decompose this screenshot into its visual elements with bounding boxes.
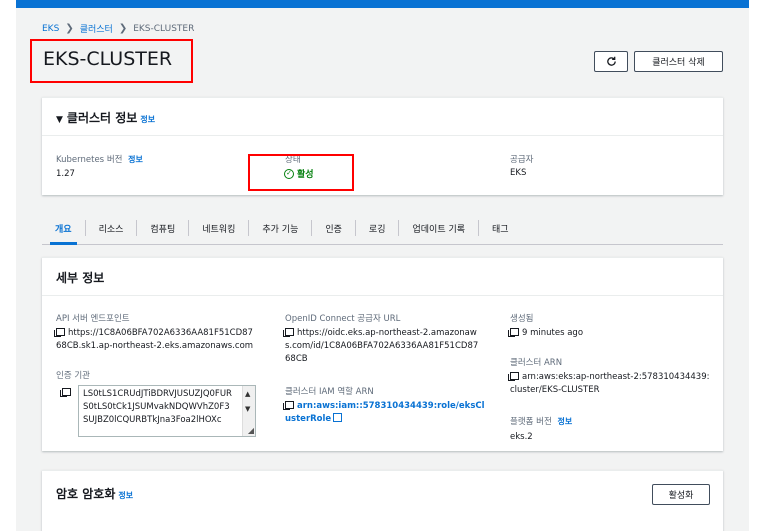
cluster-arn-value: arn:aws:eks:ap-northeast-2:578310434439:…	[510, 372, 710, 395]
provider-label: 공급자	[510, 155, 534, 165]
copy-icon[interactable]	[54, 328, 65, 337]
tab-overview[interactable]: 개요	[42, 212, 85, 245]
top-navigation-bar	[16, 0, 749, 8]
breadcrumb-eks[interactable]: EKS	[42, 24, 59, 34]
iam-role-link[interactable]: arn:aws:iam::578310434439:role/eksCluste…	[285, 401, 485, 424]
copy-icon[interactable]	[508, 372, 519, 381]
page-title: EKS-CLUSTER	[43, 48, 173, 70]
copy-icon[interactable]	[60, 388, 71, 397]
refresh-icon	[606, 56, 616, 66]
resize-handle-icon[interactable]: ◢	[248, 426, 254, 435]
details-header: 세부 정보	[42, 258, 723, 296]
cluster-arn-label: 클러스터 ARN	[510, 358, 563, 368]
scroll-down-icon[interactable]: ▼	[245, 405, 250, 413]
cluster-info-header[interactable]: ▼ 클러스터 정보 정보	[42, 98, 723, 136]
api-endpoint-value: https://1C8A06BFA702A6336AA81F51CD8768CB…	[56, 328, 254, 351]
platform-version-value: eks.2	[510, 432, 533, 442]
breadcrumb-clusters[interactable]: 클러스터	[80, 22, 113, 35]
cluster-info-panel: ▼ 클러스터 정보 정보 Kubernetes 버전 정보 1.27 상태 공급자 …	[42, 97, 723, 195]
oidc-url-value: https://oidc.eks.ap-northeast-2.amazonaw…	[285, 328, 479, 364]
chevron-right-icon: ❯	[118, 23, 128, 34]
encryption-header: 암호 암호화 정보 활성화	[42, 471, 723, 515]
chevron-right-icon: ❯	[65, 23, 74, 34]
iam-role-label: 클러스터 IAM 역할 ARN	[285, 387, 374, 397]
breadcrumb: EKS ❯ 클러스터 ❯ EKS-CLUSTER	[42, 22, 194, 35]
oidc-url-label: OpenID Connect 공급자 URL	[285, 314, 401, 324]
copy-icon[interactable]	[283, 401, 294, 410]
k8s-version-value: 1.27	[56, 169, 75, 179]
tab-logging[interactable]: 로깅	[356, 212, 399, 244]
copy-icon[interactable]	[283, 328, 294, 337]
created-value: 9 minutes ago	[522, 328, 584, 338]
caret-down-icon: ▼	[56, 115, 63, 125]
provider-value: EKS	[510, 168, 527, 178]
cluster-info-info-link[interactable]: 정보	[140, 115, 155, 124]
tab-resources[interactable]: 리소스	[86, 212, 137, 244]
breadcrumb-current: EKS-CLUSTER	[133, 23, 195, 34]
copy-icon[interactable]	[508, 328, 519, 337]
check-circle-icon: ✓	[284, 168, 294, 179]
cluster-info-title: 클러스터 정보	[66, 111, 138, 125]
platform-version-label: 플랫폼 버전	[510, 417, 552, 427]
k8s-version-label: Kubernetes 버전	[56, 155, 123, 165]
external-link-icon	[333, 413, 343, 422]
console-page: EKS ❯ 클러스터 ❯ EKS-CLUSTER EKS-CLUSTER 클러스…	[16, 0, 749, 531]
k8s-version-info-link[interactable]: 정보	[128, 155, 143, 164]
activate-encryption-button[interactable]: 활성화	[652, 484, 710, 505]
encryption-panel: 암호 암호화 정보 활성화	[42, 470, 723, 531]
tab-update-history[interactable]: 업데이트 기록	[399, 212, 478, 244]
details-panel: 세부 정보 API 서버 엔드포인트 https://1C8A06BFA702A…	[42, 257, 723, 451]
details-title: 세부 정보	[56, 271, 105, 285]
encryption-title: 암호 암호화	[56, 487, 116, 501]
scroll-up-icon[interactable]: ▲	[245, 390, 250, 398]
encryption-info-link[interactable]: 정보	[118, 491, 133, 500]
status-value: 활성	[297, 170, 314, 180]
api-endpoint-label: API 서버 엔드포인트	[56, 314, 130, 324]
platform-version-info-link[interactable]: 정보	[558, 417, 573, 426]
created-label: 생성됨	[510, 314, 534, 324]
tab-networking[interactable]: 네트워킹	[189, 212, 248, 244]
refresh-button[interactable]	[594, 51, 628, 72]
certificate-authority-value: LS0tLS1CRUdJTiBDRVJUSUZJQ0FURS0tLS0tCk1J…	[83, 389, 232, 425]
delete-cluster-button[interactable]: 클러스터 삭제	[634, 51, 723, 72]
tab-compute[interactable]: 컴퓨팅	[137, 212, 188, 244]
certificate-authority-textarea[interactable]: LS0tLS1CRUdJTiBDRVJUSUZJQ0FURS0tLS0tCk1J…	[78, 385, 256, 437]
status-badge: ✓ 활성	[284, 167, 314, 180]
tab-access[interactable]: 인증	[312, 212, 355, 244]
tab-add-ons[interactable]: 추가 기능	[249, 212, 311, 244]
certificate-authority-label: 인증 기관	[56, 371, 90, 381]
tab-tags[interactable]: 태그	[479, 212, 522, 244]
cluster-tabs: 개요 리소스 컴퓨팅 네트워킹 추가 기능 인증 로깅 업데이트 기록 태그	[42, 212, 723, 245]
